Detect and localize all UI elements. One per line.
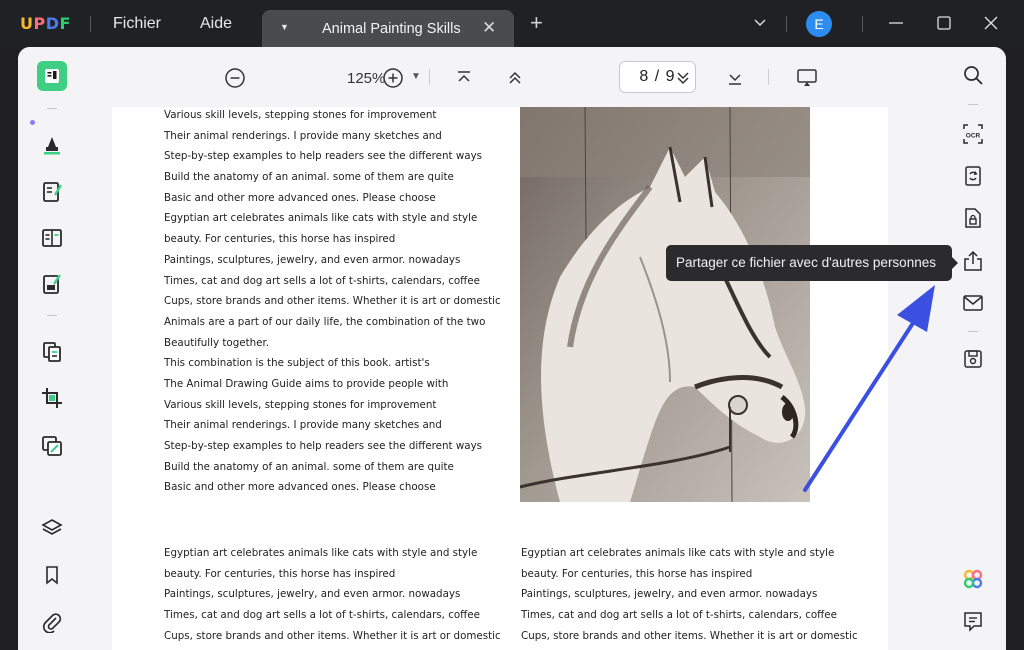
close-window-icon[interactable] — [982, 14, 1000, 37]
text-line: Cups, store brands and other items. Whet… — [164, 295, 501, 308]
bookmark-icon[interactable] — [37, 560, 67, 590]
redact-icon[interactable] — [37, 431, 67, 461]
comment-icon[interactable] — [960, 608, 986, 634]
text-line: Beautifully together. — [164, 336, 270, 349]
view-toolbar: 125% ▼ 8 / 9 — [84, 47, 939, 107]
slideshow-icon[interactable] — [796, 67, 818, 89]
document-tab[interactable]: ▼ Animal Painting Skills ✕ — [262, 10, 514, 48]
text-line: Animals are a part of our daily life, th… — [164, 315, 486, 328]
email-icon[interactable] — [960, 290, 986, 316]
text-line: Paintings, sculptures, jewelry, and even… — [521, 588, 818, 601]
current-page: 8 — [639, 68, 650, 85]
svg-text:OCR: OCR — [966, 133, 981, 140]
text-line: Times, cat and dog art sells a lot of t-… — [521, 609, 837, 622]
text-line: Build the anatomy of an animal. some of … — [164, 460, 454, 473]
maximize-window-icon[interactable] — [935, 14, 953, 37]
zoom-in-icon[interactable] — [382, 67, 404, 89]
text-column-left-bottom: Egyptian art celebrates animals like cat… — [164, 543, 501, 646]
text-line: Basic and other more advanced ones. Plea… — [164, 191, 436, 204]
pdf-page: Various skill levels, stepping stones fo… — [112, 107, 888, 650]
text-line: Egyptian art celebrates animals like cat… — [164, 212, 478, 225]
title-bar: UPDF Fichier Aide ▼ Animal Painting Skil… — [0, 0, 1024, 48]
save-icon[interactable] — [960, 346, 986, 372]
page-separator: / — [654, 68, 661, 85]
zoom-dropdown-icon[interactable]: ▼ — [411, 71, 421, 82]
annotation-arrow — [803, 285, 935, 492]
text-line: This combination is the subject of this … — [164, 357, 430, 370]
form-icon[interactable] — [37, 223, 67, 253]
text-line: Various skill levels, stepping stones fo… — [164, 109, 437, 121]
last-page-icon[interactable] — [724, 67, 746, 89]
text-line: Step-by-step examples to help readers se… — [164, 150, 483, 163]
divider — [47, 108, 57, 109]
text-line: Their animal renderings. I provide many … — [164, 129, 442, 142]
text-line: Their animal renderings. I provide many … — [164, 419, 442, 432]
ai-assistant-icon[interactable] — [960, 566, 986, 592]
left-tool-sidebar — [18, 47, 84, 650]
text-line: Paintings, sculptures, jewelry, and even… — [164, 253, 461, 266]
text-line: Basic and other more advanced ones. Plea… — [164, 481, 436, 494]
divider — [768, 69, 769, 85]
horse-painting-image — [520, 107, 810, 502]
divider — [47, 315, 57, 316]
menu-aide[interactable]: Aide — [200, 15, 232, 33]
first-page-icon[interactable] — [453, 67, 475, 89]
search-icon[interactable] — [960, 62, 986, 88]
text-line: Step-by-step examples to help readers se… — [164, 440, 483, 452]
edit-text-icon[interactable] — [37, 177, 67, 207]
text-line: Times, cat and dog art sells a lot of t-… — [164, 609, 480, 622]
tab-list-chevron-icon[interactable] — [752, 14, 768, 35]
protect-icon[interactable] — [960, 205, 986, 231]
text-line: beauty. For centuries, this horse has in… — [521, 567, 753, 580]
text-line: Egyptian art celebrates animals like cat… — [521, 547, 835, 559]
status-dot — [30, 120, 35, 125]
divider — [968, 331, 978, 332]
share-icon[interactable] — [960, 248, 986, 274]
updf-logo: UPDF — [20, 14, 71, 33]
text-line: beauty. For centuries, this horse has in… — [164, 233, 396, 246]
user-avatar[interactable]: E — [806, 11, 832, 37]
crop-icon[interactable] — [37, 383, 67, 413]
zoom-out-icon[interactable] — [224, 67, 246, 89]
tab-title: Animal Painting Skills — [322, 21, 461, 37]
attachment-icon[interactable] — [37, 607, 67, 637]
text-line: Paintings, sculptures, jewelry, and even… — [164, 588, 461, 601]
previous-page-icon[interactable] — [504, 67, 526, 89]
highlighter-icon[interactable] — [37, 130, 67, 160]
divider — [862, 16, 863, 32]
text-line: Cups, store brands and other items. Whet… — [164, 629, 501, 642]
divider — [90, 16, 91, 32]
share-tooltip: Partager ce fichier avec d'autres person… — [666, 245, 958, 281]
reader-icon[interactable] — [37, 61, 67, 91]
layers-icon[interactable] — [37, 513, 67, 543]
convert-icon[interactable] — [960, 163, 986, 189]
next-page-icon[interactable] — [672, 67, 694, 89]
text-line: Build the anatomy of an animal. some of … — [164, 171, 454, 184]
text-line: Times, cat and dog art sells a lot of t-… — [164, 274, 480, 287]
tab-close-icon[interactable]: ✕ — [482, 18, 496, 38]
text-line: Various skill levels, stepping stones fo… — [164, 398, 437, 411]
tab-menu-caret-icon[interactable]: ▼ — [280, 22, 289, 32]
divider — [786, 16, 787, 32]
divider — [968, 104, 978, 105]
organize-pages-icon[interactable] — [37, 337, 67, 367]
ocr-icon[interactable]: OCR — [960, 121, 986, 147]
new-tab-button[interactable]: + — [530, 12, 543, 34]
menu-fichier[interactable]: Fichier — [113, 15, 161, 33]
sign-icon[interactable] — [37, 269, 67, 299]
text-line: Cups, store brands and other items. Whet… — [521, 629, 858, 642]
text-line: beauty. For centuries, this horse has in… — [164, 567, 396, 580]
zoom-level[interactable]: 125% — [347, 70, 385, 87]
text-column-right-bottom: Egyptian art celebrates animals like cat… — [521, 543, 858, 646]
text-column-left-top: Various skill levels, stepping stones fo… — [164, 105, 501, 498]
text-line: The Animal Drawing Guide aims to provide… — [164, 377, 449, 390]
text-line: Egyptian art celebrates animals like cat… — [164, 547, 478, 559]
divider — [429, 69, 430, 85]
right-tool-sidebar: OCR — [939, 47, 1006, 650]
minimize-window-icon[interactable] — [887, 14, 905, 37]
